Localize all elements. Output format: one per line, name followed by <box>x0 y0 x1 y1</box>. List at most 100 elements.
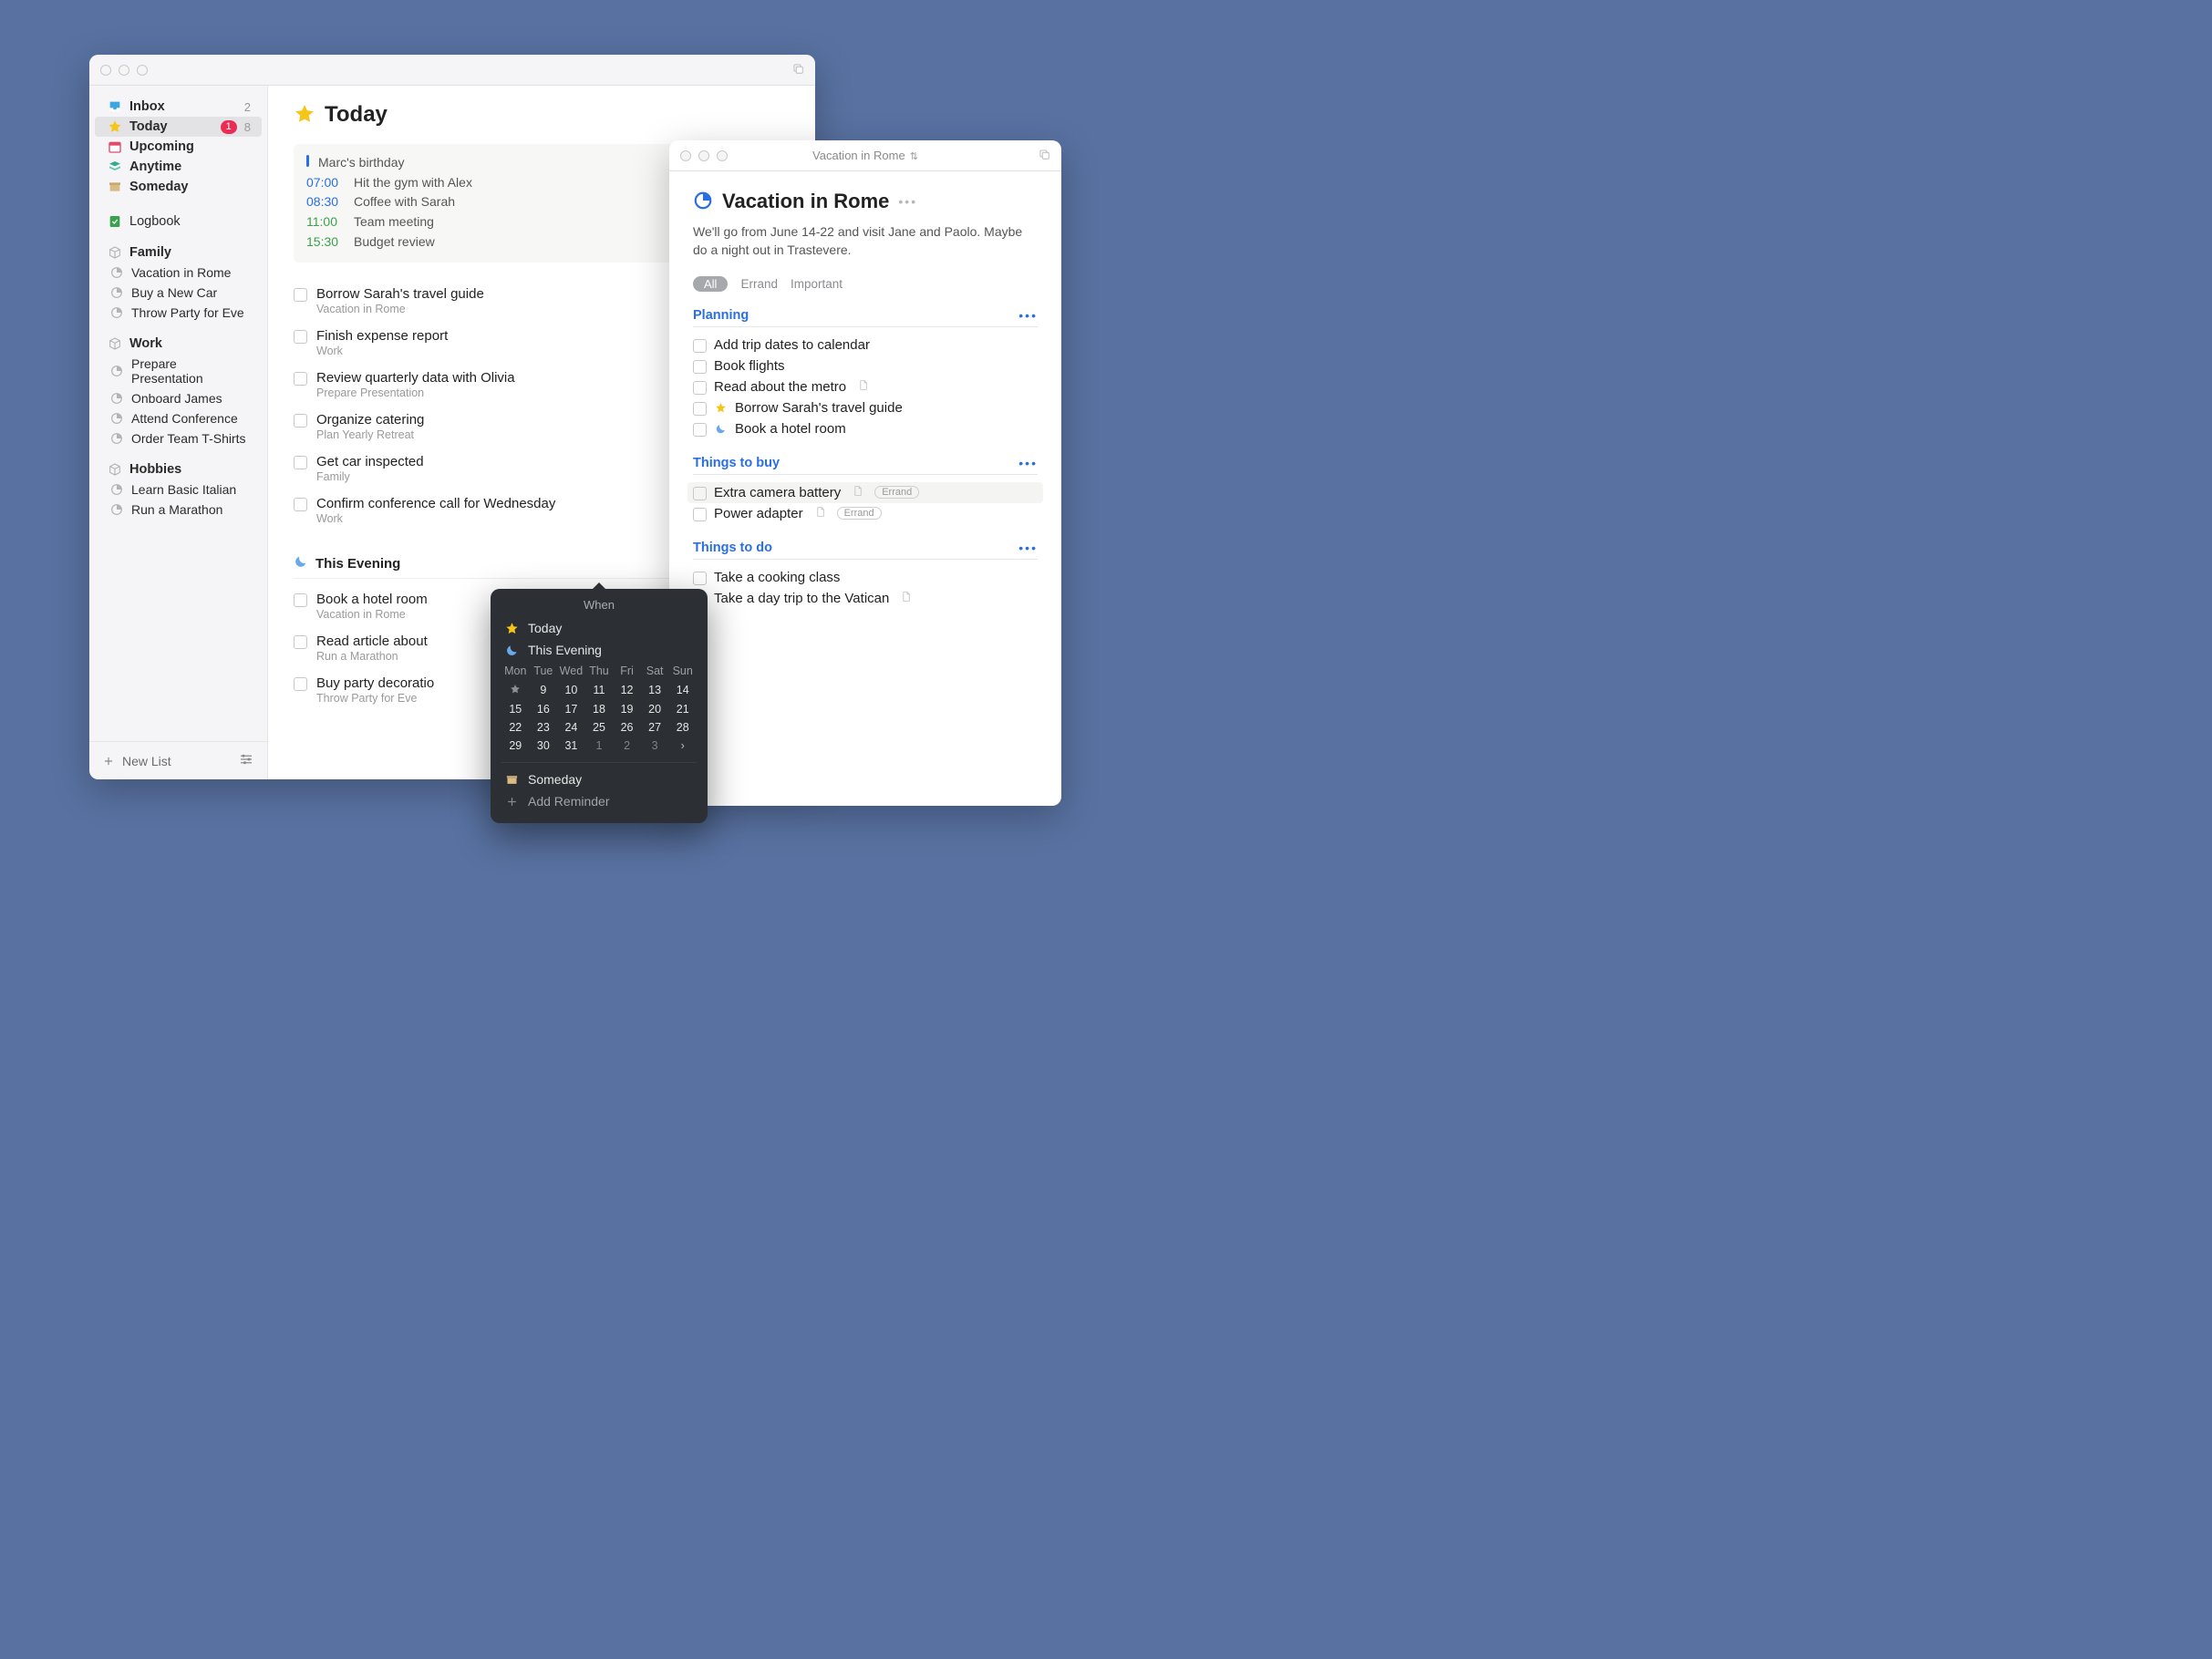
section-menu-button[interactable]: ••• <box>1018 456 1038 470</box>
close-icon[interactable] <box>100 65 111 76</box>
project-task-row[interactable]: Take a day trip to the Vatican <box>693 588 1038 609</box>
calendar-day[interactable]: 14 <box>668 681 697 700</box>
calendar-day[interactable]: 30 <box>530 737 558 755</box>
checkbox[interactable] <box>693 423 707 437</box>
calendar-day[interactable]: 24 <box>557 718 585 737</box>
checkbox[interactable] <box>294 635 307 649</box>
mini-calendar[interactable]: MonTueWedThuFriSatSun 910111213141516171… <box>491 661 708 757</box>
checkbox[interactable] <box>693 360 707 374</box>
calendar-day[interactable]: 29 <box>501 737 530 755</box>
sidebar-item-logbook[interactable]: Logbook <box>95 211 262 232</box>
calendar-day[interactable]: 1 <box>585 737 614 755</box>
titlebar-title[interactable]: Vacation in Rome ⇅ <box>669 149 1061 162</box>
filter-all[interactable]: All <box>693 276 728 292</box>
sidebar-project[interactable]: Run a Marathon <box>95 500 262 520</box>
checkbox[interactable] <box>294 677 307 691</box>
sidebar-project[interactable]: Vacation in Rome <box>95 263 262 283</box>
sidebar-project[interactable]: Learn Basic Italian <box>95 479 262 500</box>
calendar-day[interactable]: 28 <box>668 718 697 737</box>
sidebar-project[interactable]: Buy a New Car <box>95 283 262 303</box>
project-section-header[interactable]: Things to buy ••• <box>693 456 1038 475</box>
sidebar-item-inbox[interactable]: Inbox 2 <box>95 97 262 117</box>
titlebar-project[interactable]: Vacation in Rome ⇅ <box>669 140 1061 171</box>
sidebar-item-today[interactable]: Today 1 8 <box>95 117 262 137</box>
calendar-day[interactable]: 22 <box>501 718 530 737</box>
traffic-lights[interactable] <box>680 150 728 161</box>
calendar-day[interactable]: 20 <box>641 700 669 718</box>
calendar-day[interactable]: 12 <box>613 681 641 700</box>
project-task-row[interactable]: Take a cooking class <box>693 567 1038 588</box>
sidebar-area-family[interactable]: Family <box>95 242 262 263</box>
sidebar-project[interactable]: Attend Conference <box>95 408 262 428</box>
add-reminder[interactable]: Add Reminder <box>491 790 708 812</box>
checkbox[interactable] <box>294 288 307 302</box>
sidebar-item-upcoming[interactable]: Upcoming <box>95 137 262 157</box>
task-tag[interactable]: Errand <box>837 507 882 520</box>
checkbox[interactable] <box>294 330 307 344</box>
window-stack-button[interactable] <box>791 62 804 77</box>
traffic-lights[interactable] <box>100 65 148 76</box>
sidebar-project[interactable]: Throw Party for Eve <box>95 303 262 323</box>
checkbox[interactable] <box>693 381 707 395</box>
calendar-day[interactable]: 31 <box>557 737 585 755</box>
sidebar-project[interactable]: Order Team T-Shirts <box>95 428 262 448</box>
close-icon[interactable] <box>680 150 691 161</box>
sidebar-item-anytime[interactable]: Anytime <box>95 157 262 177</box>
calendar-day[interactable]: 15 <box>501 700 530 718</box>
project-task-row[interactable]: Book flights <box>693 356 1038 376</box>
calendar-day[interactable]: 21 <box>668 700 697 718</box>
calendar-day[interactable]: 17 <box>557 700 585 718</box>
checkbox[interactable] <box>294 372 307 386</box>
titlebar-main[interactable] <box>89 55 815 86</box>
settings-button[interactable] <box>238 751 254 770</box>
calendar-day[interactable]: 27 <box>641 718 669 737</box>
calendar-day[interactable]: 13 <box>641 681 669 700</box>
project-section-header[interactable]: Things to do ••• <box>693 541 1038 560</box>
sidebar-project[interactable]: Onboard James <box>95 388 262 408</box>
project-section-header[interactable]: Planning ••• <box>693 308 1038 327</box>
calendar-day[interactable]: 2 <box>613 737 641 755</box>
calendar-day[interactable]: 9 <box>530 681 558 700</box>
project-notes[interactable]: We'll go from June 14-22 and visit Jane … <box>693 222 1038 260</box>
project-task-row[interactable]: Read about the metro <box>693 376 1038 397</box>
section-menu-button[interactable]: ••• <box>1018 308 1038 323</box>
checkbox[interactable] <box>294 456 307 469</box>
filter-errand[interactable]: Errand <box>740 277 778 291</box>
calendar-day[interactable]: 25 <box>585 718 614 737</box>
checkbox[interactable] <box>294 498 307 511</box>
project-title[interactable]: Vacation in Rome <box>722 190 889 213</box>
checkbox[interactable] <box>294 593 307 607</box>
checkbox[interactable] <box>693 508 707 521</box>
new-list-button[interactable]: New List <box>102 754 171 768</box>
checkbox[interactable] <box>693 572 707 585</box>
sidebar-area-hobbies[interactable]: Hobbies <box>95 459 262 479</box>
calendar-day[interactable]: 19 <box>613 700 641 718</box>
calendar-today-star[interactable] <box>501 681 530 700</box>
when-someday[interactable]: Someday <box>491 768 708 790</box>
window-stack-button[interactable] <box>1038 148 1050 163</box>
calendar-next[interactable]: › <box>668 737 697 755</box>
checkbox[interactable] <box>693 402 707 416</box>
calendar-day[interactable]: 11 <box>585 681 614 700</box>
calendar-day[interactable]: 10 <box>557 681 585 700</box>
minimize-icon[interactable] <box>698 150 709 161</box>
calendar-day[interactable]: 26 <box>613 718 641 737</box>
filter-important[interactable]: Important <box>791 277 842 291</box>
zoom-icon[interactable] <box>137 65 148 76</box>
calendar-day[interactable]: 16 <box>530 700 558 718</box>
project-menu-button[interactable]: ••• <box>898 194 917 209</box>
minimize-icon[interactable] <box>119 65 129 76</box>
checkbox[interactable] <box>294 414 307 428</box>
task-tag[interactable]: Errand <box>874 486 919 499</box>
when-this-evening[interactable]: This Evening <box>491 639 708 661</box>
project-task-row[interactable]: Power adapter Errand <box>693 503 1038 524</box>
project-task-row[interactable]: Add trip dates to calendar <box>693 335 1038 356</box>
checkbox[interactable] <box>693 339 707 353</box>
project-task-row[interactable]: Book a hotel room <box>693 418 1038 439</box>
section-menu-button[interactable]: ••• <box>1018 541 1038 555</box>
project-task-row[interactable]: Extra camera battery Errand <box>687 482 1043 503</box>
sidebar-area-work[interactable]: Work <box>95 334 262 354</box>
calendar-day[interactable]: 3 <box>641 737 669 755</box>
sidebar-project[interactable]: Prepare Presentation <box>95 354 262 388</box>
zoom-icon[interactable] <box>717 150 728 161</box>
